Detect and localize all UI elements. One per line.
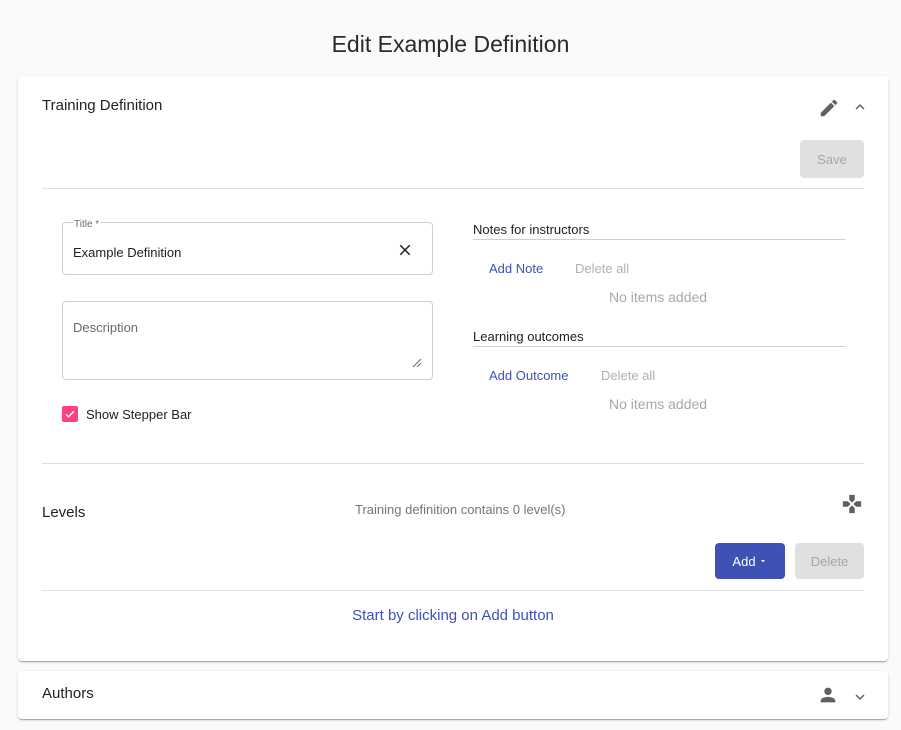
levels-empty-hint[interactable]: Start by clicking on Add button: [18, 607, 888, 624]
notes-delete-all-button[interactable]: Delete all: [575, 261, 629, 276]
training-definition-title: Training Definition: [42, 97, 163, 114]
levels-summary: Training definition contains 0 level(s): [355, 502, 566, 517]
outcomes-heading: Learning outcomes: [473, 329, 584, 344]
title-field[interactable]: Title * Example Definition: [62, 219, 433, 275]
page-title: Edit Example Definition: [331, 31, 570, 57]
notes-heading: Notes for instructors: [473, 222, 590, 237]
pencil-icon[interactable]: [818, 97, 840, 119]
resize-handle-icon[interactable]: [411, 357, 422, 368]
outcomes-divider: [473, 346, 845, 347]
authors-panel[interactable]: Authors: [18, 671, 888, 719]
description-placeholder: Description: [73, 320, 139, 335]
panel-divider: [42, 188, 864, 189]
gamepad-icon[interactable]: [841, 493, 863, 515]
add-level-label: Add: [732, 553, 756, 569]
form-divider: [42, 463, 864, 464]
save-button[interactable]: Save: [800, 140, 864, 178]
chevron-up-icon[interactable]: [851, 98, 869, 116]
title-field-label: Title *: [73, 219, 101, 230]
add-outcome-button[interactable]: Add Outcome: [489, 368, 569, 383]
clear-icon[interactable]: [396, 241, 414, 259]
notes-empty-text: No items added: [609, 289, 708, 305]
levels-title: Levels: [42, 504, 86, 521]
notes-divider: [473, 239, 845, 240]
stepper-bar-label: Show Stepper Bar: [86, 407, 192, 422]
check-icon: [65, 410, 75, 418]
stepper-bar-checkbox[interactable]: [62, 406, 78, 422]
outcomes-delete-all-button[interactable]: Delete all: [601, 368, 655, 383]
training-definition-panel: Training Definition Save Title * Example…: [18, 76, 888, 661]
authors-title: Authors: [42, 685, 94, 702]
delete-level-button[interactable]: Delete: [795, 543, 864, 579]
outcomes-empty-text: No items added: [609, 396, 708, 412]
add-level-button[interactable]: Add: [715, 543, 785, 579]
description-field[interactable]: Description: [62, 301, 433, 380]
chevron-down-icon[interactable]: [851, 688, 869, 706]
add-note-button[interactable]: Add Note: [489, 261, 543, 276]
caret-down-icon: [760, 560, 765, 563]
person-icon: [817, 684, 839, 706]
title-field-value[interactable]: Example Definition: [73, 245, 181, 260]
levels-divider: [42, 590, 864, 591]
